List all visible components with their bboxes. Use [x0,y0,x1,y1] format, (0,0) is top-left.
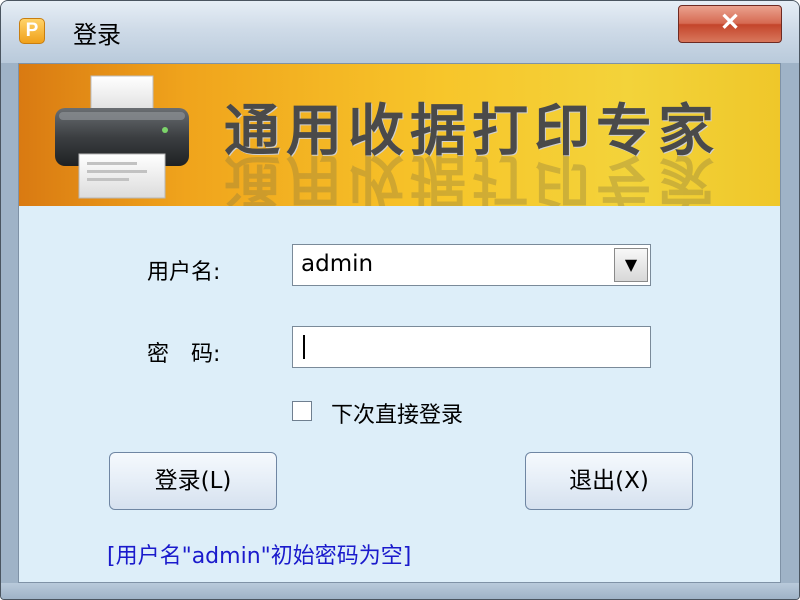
printer-icon [55,75,189,199]
username-combobox[interactable]: admin ▼ [292,244,651,286]
window-bottom-border [1,583,799,599]
exit-button[interactable]: 退出(X) [525,452,693,510]
text-caret [303,335,305,359]
banner-title-reflection: 通用收据打印专家 [224,147,720,206]
dialog-content: 通用收据打印专家 通用收据打印专家 用户名: admin ▼ 密 码: 下次直接… [18,63,781,583]
app-icon-letter: P [25,20,39,41]
window-title: 登录 [73,21,121,49]
login-button[interactable]: 登录(L) [109,452,277,510]
login-window: P 登录 ✕ 通用收据打印专家 通用收据打印专家 用户名: admin ▼ 密 … [0,0,800,600]
password-field[interactable] [292,326,651,368]
app-p-icon: P [19,18,45,44]
password-label: 密 码: [147,342,221,367]
close-icon: ✕ [719,9,741,36]
close-button[interactable]: ✕ [678,5,782,43]
remember-login-label[interactable]: 下次直接登录 [331,397,463,429]
initial-password-hint: [用户名"admin"初始密码为空] [107,544,412,569]
username-label: 用户名: [147,260,221,285]
header-banner: 通用收据打印专家 通用收据打印专家 [19,64,780,206]
title-bar[interactable]: P 登录 ✕ [1,1,799,63]
login-button-label: 登录(L) [154,468,232,494]
dropdown-arrow-button[interactable]: ▼ [614,248,648,282]
username-value: admin [301,251,374,277]
remember-login-checkbox[interactable] [292,401,312,421]
chevron-down-icon: ▼ [624,255,638,274]
exit-button-label: 退出(X) [569,468,649,494]
